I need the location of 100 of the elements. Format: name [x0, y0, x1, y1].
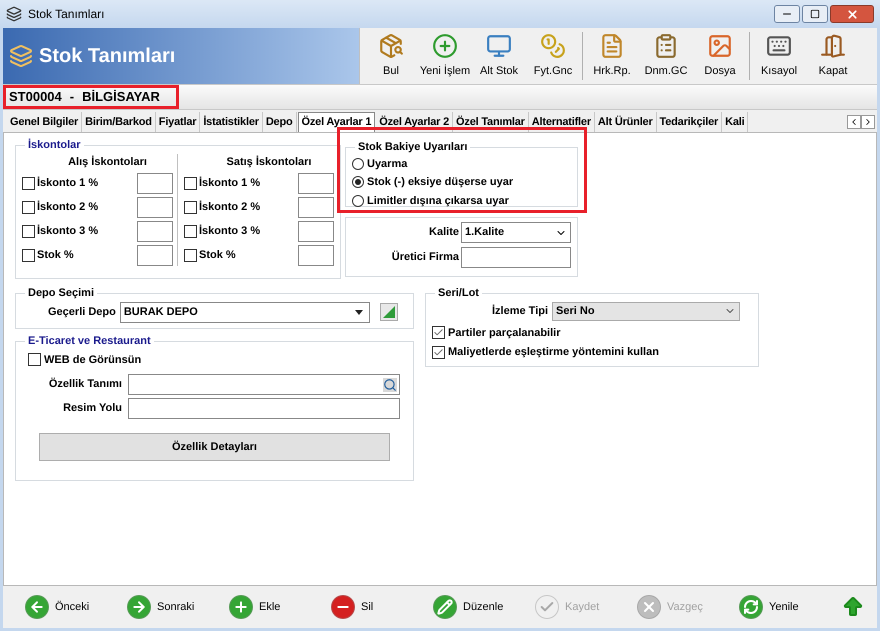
toolbar-button[interactable]: Hrk.Rp.	[585, 28, 639, 84]
input-field[interactable]	[298, 173, 334, 194]
check-icon	[433, 346, 444, 358]
checkbox[interactable]	[28, 353, 41, 366]
caret-icon	[354, 310, 363, 314]
close-icon	[846, 8, 858, 20]
input-field[interactable]	[461, 247, 571, 268]
close-button[interactable]	[830, 5, 874, 23]
window-title: Stok Tanımları	[28, 6, 104, 23]
image-icon	[707, 32, 733, 59]
field-label: Kalite	[429, 225, 459, 240]
field-label: Geçerli Depo	[48, 304, 116, 320]
nav-button[interactable]: Düzenle	[433, 595, 535, 619]
radio-button[interactable]	[352, 158, 364, 170]
triangle-icon	[382, 306, 395, 318]
toolbar-button[interactable]: Dnm.GC	[639, 28, 693, 84]
maximize-icon	[810, 9, 820, 19]
record-separator: -	[70, 88, 74, 106]
toolbar-button[interactable]: Dosya	[693, 28, 747, 84]
checkbox-label: İskonto 1 %	[199, 176, 260, 192]
dropdown[interactable]: BURAK DEPO	[120, 302, 370, 322]
cancel-icon	[637, 595, 661, 619]
record-name: BİLGİSAYAR	[82, 88, 160, 106]
details-button[interactable]: Özellik Detayları	[39, 433, 390, 461]
monitor-icon	[486, 32, 512, 59]
nav-button[interactable]: Yenile	[739, 595, 841, 619]
checkbox[interactable]	[432, 346, 445, 359]
checkbox-label: Stok %	[199, 248, 236, 264]
checkbox[interactable]	[22, 177, 35, 190]
toolbar-button[interactable]: Yeni İşlem	[418, 28, 472, 84]
checkbox-label: İskonto 2 %	[199, 200, 260, 216]
nav-button[interactable]: Ekle	[229, 595, 331, 619]
input-field[interactable]	[128, 374, 400, 395]
group-title: Stok Bakiye Uyarıları	[357, 140, 468, 155]
scroll-right-button[interactable]	[861, 115, 875, 129]
field-label: Resim Yolu	[62, 401, 122, 416]
checkbox-label: İskonto 3 %	[199, 224, 260, 240]
corner-button[interactable]	[380, 303, 398, 321]
field-label: Özellik Tanımı	[48, 376, 122, 392]
input-field[interactable]	[137, 197, 173, 218]
checkbox-label: İskonto 3 %	[37, 224, 98, 240]
nav-button[interactable]: Önceki	[25, 595, 127, 619]
input-field[interactable]	[128, 398, 400, 419]
coins-icon	[540, 32, 566, 59]
toolbar-button[interactable]: Fyt.Gnc	[526, 28, 580, 84]
refresh-icon	[739, 595, 763, 619]
package-search-icon	[378, 32, 404, 59]
dropdown[interactable]: Seri No	[552, 302, 740, 320]
tab[interactable]: Özel Ayarlar 1	[298, 112, 376, 132]
toolbar-button[interactable]: Kapat	[806, 28, 860, 84]
checkbox-label: WEB de Görünsün	[44, 352, 142, 368]
minus-icon	[331, 595, 355, 619]
group-title: İskontolar	[27, 138, 82, 153]
header-title: Stok Tanımları	[39, 44, 176, 69]
checkbox-label: Partiler parçalanabilir	[448, 326, 560, 340]
group-title: E-Ticaret ve Restaurant	[27, 334, 152, 349]
checkbox[interactable]	[184, 201, 197, 214]
group-title: Depo Seçimi	[27, 286, 96, 301]
arrow-left-icon	[25, 595, 49, 619]
plus-icon	[229, 595, 253, 619]
plus-icon	[432, 32, 458, 59]
checkbox[interactable]	[22, 201, 35, 214]
nav-button[interactable]: Sonraki	[127, 595, 229, 619]
edit-icon	[433, 595, 457, 619]
checkbox[interactable]	[184, 249, 197, 262]
radio-button[interactable]	[352, 176, 364, 188]
record-code: ST00004	[9, 88, 62, 106]
checkbox-label: İskonto 1 %	[37, 176, 98, 192]
toolbar-button[interactable]: Alt Stok	[472, 28, 526, 84]
app-icon	[6, 6, 22, 22]
field-label: İzleme Tipi	[492, 304, 548, 319]
input-field[interactable]	[298, 197, 334, 218]
column-title: Satış İskontoları	[226, 154, 312, 170]
field-label: Üretici Firma	[392, 250, 459, 266]
input-field[interactable]	[298, 245, 334, 266]
radio-label: Uyarma	[367, 156, 408, 172]
arrow-right-icon	[127, 595, 151, 619]
checkbox[interactable]	[432, 326, 445, 340]
checkbox[interactable]	[22, 249, 35, 262]
nav-button[interactable]: Sil	[331, 595, 433, 619]
input-field[interactable]	[137, 173, 173, 194]
radio-label: Stok (-) eksiye düşerse uyar	[367, 175, 514, 190]
maximize-button[interactable]	[802, 5, 828, 23]
input-field[interactable]	[137, 221, 173, 242]
column-title: Alış İskontoları	[67, 154, 148, 170]
checkbox[interactable]	[22, 225, 35, 238]
checkbox-label: Maliyetlerde eşleştirme yöntemini kullan	[448, 345, 659, 360]
check-icon	[535, 595, 559, 619]
checkbox[interactable]	[184, 225, 197, 238]
toolbar-button[interactable]: Bul	[364, 28, 418, 84]
toolbar-button[interactable]: Kısayol	[752, 28, 806, 84]
door-icon	[820, 32, 846, 59]
checkbox-label: İskonto 2 %	[37, 200, 98, 216]
radio-button[interactable]	[352, 194, 364, 207]
input-field[interactable]	[137, 245, 173, 266]
checkbox[interactable]	[184, 177, 197, 190]
scroll-left-button[interactable]	[847, 115, 861, 129]
dropdown[interactable]: 1.Kalite	[461, 222, 571, 243]
group-title: Seri/Lot	[437, 286, 480, 301]
input-field[interactable]	[298, 221, 334, 242]
